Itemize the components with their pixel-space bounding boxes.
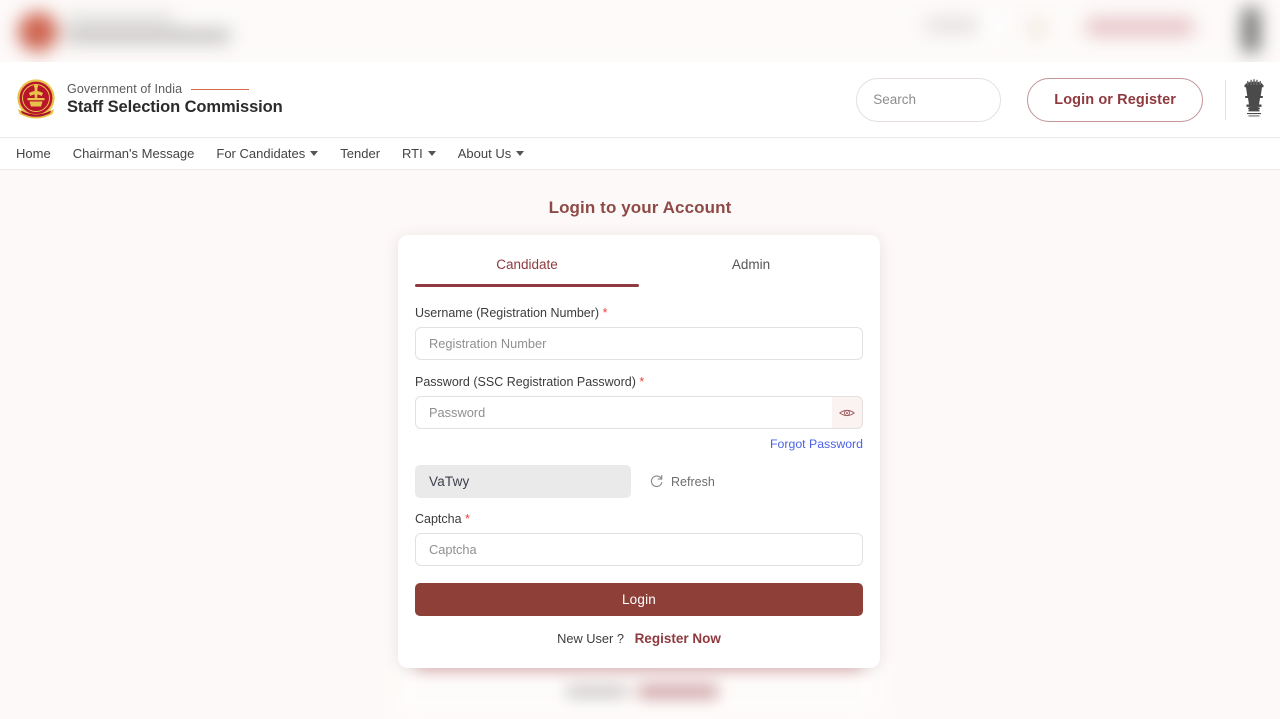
login-form: Username (Registration Number) * Passwor…	[415, 287, 863, 646]
register-now-link[interactable]: Register Now	[635, 631, 721, 646]
login-button[interactable]: Login	[415, 583, 863, 616]
organization-name: Staff Selection Commission	[67, 98, 283, 117]
captcha-label-text: Captcha	[415, 512, 462, 526]
chevron-down-icon	[516, 151, 525, 156]
blurred-header-ghost	[0, 0, 1280, 62]
nav-item-label: Tender	[340, 146, 381, 161]
nav-item-about-us[interactable]: About Us	[457, 146, 525, 161]
tab-label: Candidate	[496, 257, 558, 272]
captcha-image: VaTwy	[415, 465, 631, 498]
forgot-password-link[interactable]: Forgot Password	[770, 437, 863, 451]
required-asterisk: *	[602, 306, 608, 320]
main-content: Login to your Account Candidate Admin Us…	[0, 170, 1280, 719]
login-card: Candidate Admin Username (Registration N…	[398, 235, 880, 668]
required-asterisk: *	[465, 512, 470, 526]
nav-item-label: About Us	[457, 146, 512, 161]
nav-item-label: RTI	[402, 146, 423, 161]
nav-item-tender[interactable]: Tender	[340, 146, 380, 161]
password-label-text: Password (SSC Registration Password)	[415, 375, 636, 389]
header-divider	[1225, 79, 1226, 120]
search-box[interactable]	[856, 77, 1066, 122]
username-label: Username (Registration Number) *	[415, 306, 863, 320]
nav-item-label: For Candidates	[216, 146, 306, 161]
password-label: Password (SSC Registration Password) *	[415, 375, 863, 389]
nav-item-rti[interactable]: RTI	[402, 146, 436, 161]
tab-admin[interactable]: Admin	[639, 235, 863, 287]
page-title: Login to your Account	[548, 198, 732, 217]
ghost-search-icon	[1028, 20, 1046, 36]
username-field-group: Username (Registration Number) *	[415, 306, 863, 360]
nav-item-for-candidates[interactable]: For Candidates	[216, 146, 319, 161]
ghost-login-button	[1085, 18, 1195, 36]
brand-top-row: Government of India	[67, 82, 283, 96]
new-user-row: New User ? Register Now	[415, 631, 863, 646]
refresh-label: Refresh	[671, 474, 715, 489]
brand-text: Government of India Staff Selection Comm…	[67, 82, 283, 116]
login-or-register-button[interactable]: Login or Register	[1027, 77, 1203, 122]
nav-item-home[interactable]: Home	[16, 146, 51, 161]
chevron-down-icon	[427, 151, 436, 156]
nav-item-chairmans-message[interactable]: Chairman's Message	[73, 146, 195, 161]
login-tabs: Candidate Admin	[415, 235, 863, 287]
username-label-text: Username (Registration Number)	[415, 306, 600, 320]
ghost-logo	[18, 12, 58, 52]
password-input[interactable]	[415, 396, 833, 429]
chevron-down-icon	[310, 151, 319, 156]
nav-item-label: Chairman's Message	[72, 146, 195, 161]
header-right: Login or Register	[856, 77, 1280, 122]
captcha-input[interactable]	[415, 533, 863, 566]
ashoka-emblem-icon	[1244, 78, 1264, 116]
ghost-text-line	[66, 29, 230, 43]
search-input[interactable]	[873, 92, 1051, 107]
ssc-emblem-icon	[17, 78, 55, 118]
main-navigation: Home Chairman's Message For Candidates T…	[0, 137, 1280, 170]
refresh-icon	[650, 474, 663, 488]
ghost-text-line	[66, 14, 174, 24]
username-input[interactable]	[415, 327, 863, 360]
eye-icon[interactable]	[832, 396, 863, 429]
ghost-search-box	[978, 14, 1008, 40]
brand[interactable]: Government of India Staff Selection Comm…	[16, 78, 283, 121]
eye-icon-glyph	[839, 409, 856, 416]
nav-item-label: Home	[16, 146, 51, 161]
captcha-image-row: VaTwy Refresh	[415, 465, 863, 498]
ghost-emblem	[1243, 8, 1259, 52]
new-user-label: New User ?	[557, 631, 624, 646]
required-asterisk: *	[639, 375, 645, 389]
forgot-password-row: Forgot Password	[415, 435, 863, 453]
brand-rule	[191, 88, 250, 90]
tab-candidate[interactable]: Candidate	[415, 235, 639, 287]
captcha-field-group: Captcha *	[415, 512, 863, 566]
captcha-label: Captcha *	[415, 512, 863, 526]
refresh-captcha-button[interactable]: Refresh	[649, 474, 715, 489]
page-root: Government of India Staff Selection Comm…	[0, 0, 1280, 719]
tab-label: Admin	[731, 257, 771, 272]
government-of-india-label: Government of India	[67, 82, 183, 97]
password-field-group: Password (SSC Registration Password) * F…	[415, 375, 863, 453]
site-header: Government of India Staff Selection Comm…	[0, 62, 1280, 137]
password-input-wrapper	[415, 396, 863, 429]
ghost-search	[925, 18, 995, 32]
